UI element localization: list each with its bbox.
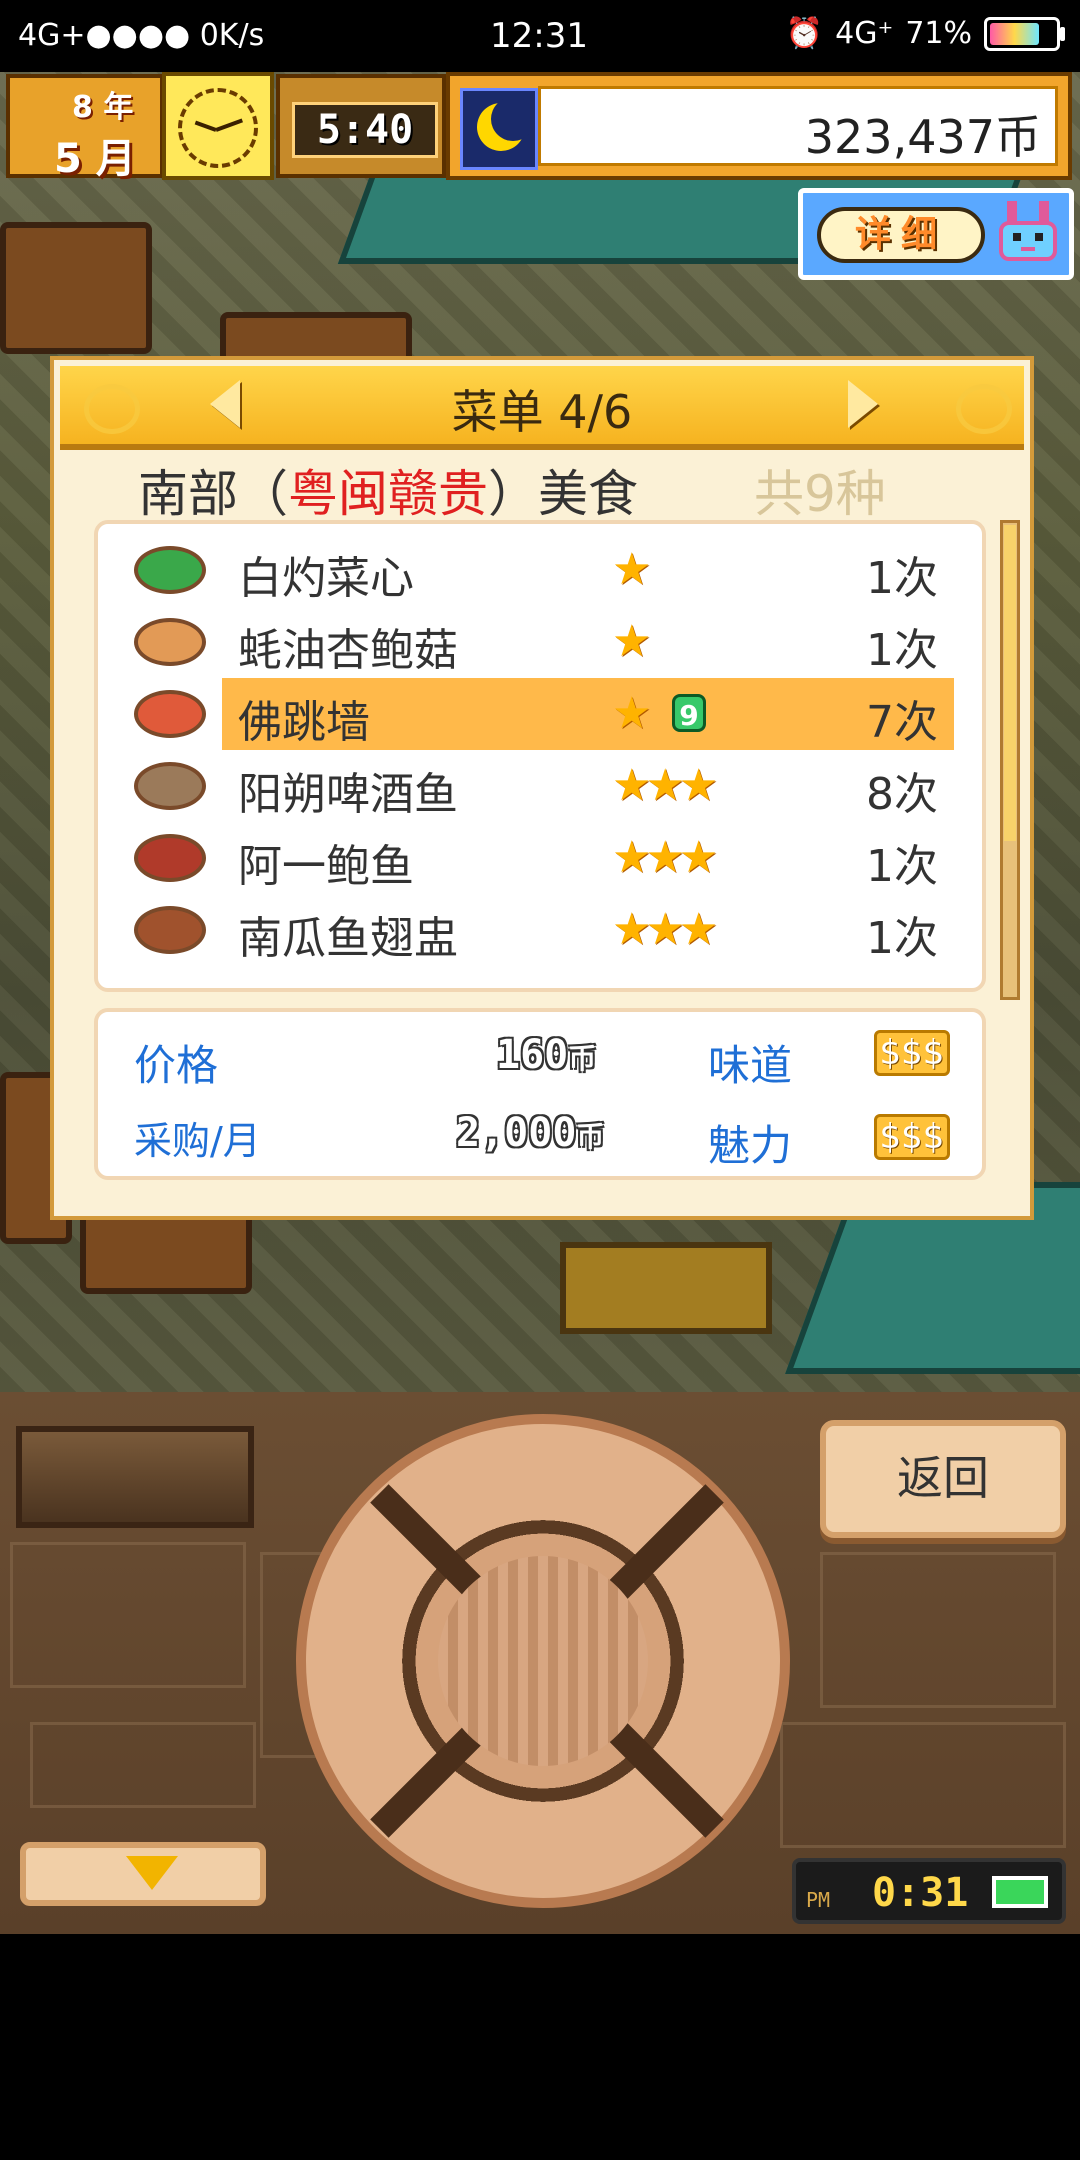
status-bar: 4G+●●●● 0K/s 12:31 ⏰ 4G⁺ 71% [0, 0, 1080, 72]
battery-icon [992, 1876, 1048, 1908]
dish-list: 白灼菜心 ★ 1次 蚝油杏鲍菇 ★ 1次 佛跳墙 ★ 9 7次 阳朔啤酒鱼 ★★… [94, 520, 986, 992]
dish-info-box: 价格 160币 味道 $$$ 采购/月 2,000币 魅力 $$$ [94, 1008, 986, 1180]
price-label: 价格 [134, 1041, 219, 1090]
pm-time: 0:31 [872, 1870, 969, 1916]
level-badge: 9 [672, 694, 706, 732]
charm-label: 魅力 [708, 1121, 793, 1170]
star-rating-icon: ★ [612, 544, 652, 595]
menu-header: 菜单 4/6 [60, 366, 1024, 450]
bunny-mascot-icon [999, 201, 1057, 261]
dish-times: 7次 [866, 697, 938, 748]
dish-times: 8次 [866, 769, 938, 820]
star-rating-icon: ★★★ [612, 760, 718, 811]
taste-rating-icon: $$$ [874, 1030, 950, 1076]
taste-label: 味道 [708, 1041, 793, 1090]
money-panel: 323,437币 [446, 72, 1072, 180]
dish-times: 1次 [866, 625, 938, 676]
bench-decor [0, 222, 152, 354]
game-time: 5:40 [292, 102, 438, 158]
dish-row[interactable]: 蚝油杏鲍菇 ★ 1次 [98, 606, 982, 678]
dish-icon [134, 762, 206, 810]
dish-name: 阿一鲍鱼 [238, 841, 414, 892]
dish-times: 1次 [866, 913, 938, 964]
dish-times: 1次 [866, 841, 938, 892]
menu-title: 菜单 4/6 [451, 385, 633, 439]
dish-times: 1次 [866, 553, 938, 604]
money-amount: 323,437币 [804, 110, 1041, 164]
date-panel: 8 年 5 月 [6, 74, 164, 182]
status-right: ⏰ 4G⁺ 71% [785, 16, 1065, 51]
dish-icon [134, 834, 206, 882]
alarm-icon: ⏰ [785, 16, 824, 51]
dish-name: 佛跳墙 [238, 697, 370, 748]
detail-button-label: 详细 [817, 207, 985, 263]
status-battery-percent: 71% [905, 16, 972, 51]
status-time: 12:31 [490, 16, 588, 56]
dish-count: 共9种 [754, 465, 886, 523]
pm-label: PM [806, 1888, 831, 1912]
dish-row[interactable]: 南瓜鱼翅盅 ★★★ 1次 [98, 894, 982, 966]
next-page-arrow-icon[interactable] [848, 380, 878, 428]
game-time-panel: 5:40 [276, 74, 446, 178]
table-decor [560, 1242, 772, 1334]
status-network: 4G⁺ [835, 16, 894, 51]
dish-name: 阳朔啤酒鱼 [238, 769, 458, 820]
down-arrow-icon [126, 1856, 178, 1890]
scrollbar-thumb[interactable] [1004, 525, 1016, 841]
dpad-center-button[interactable] [438, 1556, 648, 1766]
region-highlight: 粤闽赣贵 [288, 465, 488, 523]
purchase-label: 采购/月 [134, 1119, 261, 1163]
list-scrollbar[interactable] [1000, 520, 1020, 1000]
scroll-down-button[interactable] [20, 1842, 266, 1906]
dish-name: 白灼菜心 [238, 553, 414, 604]
battery-icon [984, 16, 1065, 51]
dish-icon [134, 690, 206, 738]
directional-pad[interactable] [296, 1414, 790, 1908]
dish-name: 南瓜鱼翅盅 [238, 913, 458, 964]
status-network-left: 4G+●●●● 0K/s [18, 18, 265, 53]
dish-icon [134, 906, 206, 954]
moon-icon [460, 88, 538, 170]
dish-icon [134, 546, 206, 594]
dish-row-selected[interactable]: 佛跳墙 ★ 9 7次 [98, 678, 982, 750]
real-time-clock: PM 0:31 [792, 1858, 1066, 1924]
purchase-value: 2,000币 [456, 1110, 605, 1156]
dish-name: 蚝油杏鲍菇 [238, 625, 458, 676]
star-rating-icon: ★★★ [612, 832, 718, 883]
bench-decor [80, 1212, 252, 1294]
region-title: 南部（粤闽赣贵）美食 [138, 465, 638, 523]
menu-panel: 菜单 4/6 南部（粤闽赣贵）美食 共9种 白灼菜心 ★ 1次 蚝油杏鲍菇 ★ … [50, 356, 1034, 1220]
star-rating-icon: ★★★ [612, 904, 718, 955]
charm-rating-icon: $$$ [874, 1114, 950, 1160]
detail-button[interactable]: 详细 [798, 188, 1074, 280]
star-rating-icon: ★ [612, 616, 652, 667]
dish-row[interactable]: 白灼菜心 ★ 1次 [98, 534, 982, 606]
clock-icon [162, 72, 274, 180]
month-label: 5 月 [54, 136, 136, 182]
price-value: 160币 [496, 1032, 597, 1078]
dish-row[interactable]: 阿一鲍鱼 ★★★ 1次 [98, 822, 982, 894]
dish-icon [134, 618, 206, 666]
back-button[interactable]: 返回 [820, 1420, 1066, 1538]
year-label: 8 年 [72, 90, 134, 125]
empty-slot-panel [16, 1426, 254, 1528]
star-rating-icon: ★ [612, 688, 652, 739]
dish-row[interactable]: 阳朔啤酒鱼 ★★★ 8次 [98, 750, 982, 822]
